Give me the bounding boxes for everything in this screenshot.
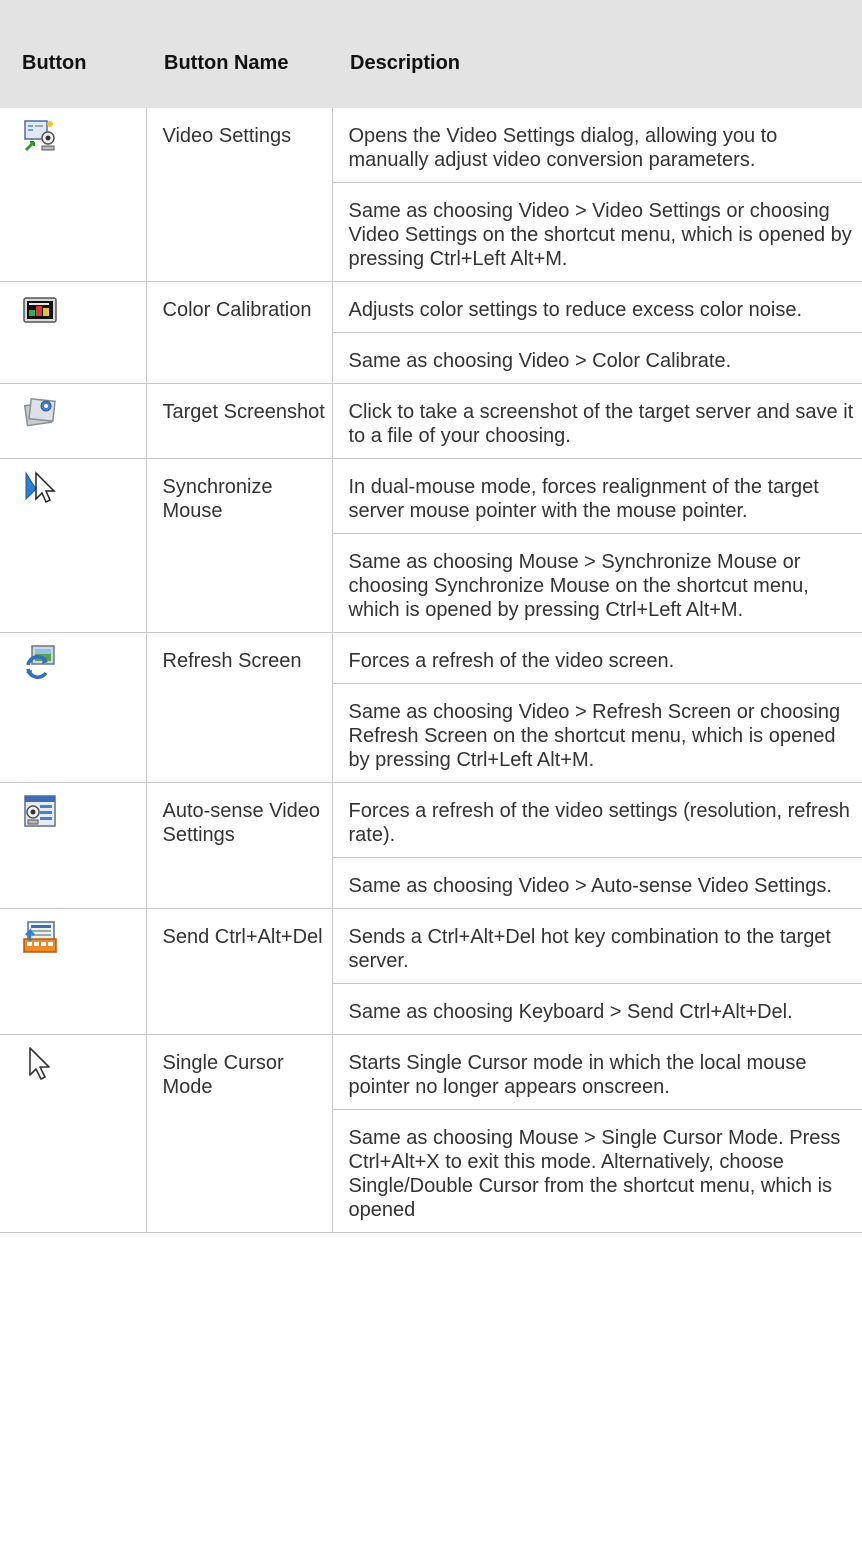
description-paragraph: Same as choosing Video > Color Calibrate… bbox=[332, 332, 862, 383]
table-row: Color Calibration Adjusts color settings … bbox=[0, 281, 862, 384]
button-icon-cell bbox=[0, 632, 146, 783]
button-description: Starts Single Cursor mode in which the l… bbox=[332, 1034, 862, 1233]
description-paragraph: Same as choosing Video > Auto-sense Vide… bbox=[332, 857, 862, 908]
button-icon-cell bbox=[0, 782, 146, 909]
table-row: Video Settings Opens the Video Settings d… bbox=[0, 108, 862, 282]
button-name: Synchronize Mouse bbox=[145, 458, 333, 633]
description-paragraph: Opens the Video Settings dialog, allowin… bbox=[348, 125, 778, 171]
header-button-name: Button Name bbox=[146, 26, 332, 108]
toolbar-buttons-table: Button Button Name Description Video Set… bbox=[0, 26, 862, 1233]
description-paragraph: Forces a refresh of the video screen. bbox=[348, 650, 675, 672]
description-paragraph: Same as choosing Mouse > Single Cursor M… bbox=[332, 1109, 862, 1232]
button-description: Forces a refresh of the video settings (… bbox=[332, 782, 862, 909]
table-row: Refresh Screen Forces a refresh of the vi… bbox=[0, 632, 862, 783]
description-paragraph: Starts Single Cursor mode in which the l… bbox=[348, 1052, 807, 1098]
description-paragraph: Sends a Ctrl+Alt+Del hot key combination… bbox=[348, 926, 832, 972]
button-icon-cell bbox=[0, 383, 146, 459]
description-paragraph: Adjusts color settings to reduce excess … bbox=[348, 299, 803, 321]
table-row: Send Ctrl+Alt+Del Sends a Ctrl+Alt+Del ho… bbox=[0, 908, 862, 1035]
target-screenshot-icon bbox=[22, 394, 146, 430]
single-cursor-mode-icon bbox=[22, 1045, 146, 1081]
button-name: Video Settings bbox=[145, 108, 333, 282]
description-paragraph: Same as choosing Video > Refresh Screen … bbox=[332, 683, 862, 782]
button-description: In dual-mouse mode, forces realignment o… bbox=[332, 458, 862, 633]
table-header-row: Button Button Name Description bbox=[0, 26, 862, 108]
refresh-screen-icon bbox=[22, 643, 146, 679]
header-button: Button bbox=[0, 26, 146, 108]
button-name: Color Calibration bbox=[145, 281, 333, 384]
button-name: Auto-sense Video Settings bbox=[145, 782, 333, 909]
button-name: Send Ctrl+Alt+Del bbox=[145, 908, 333, 1035]
send-ctrl-alt-del-icon bbox=[22, 919, 146, 955]
synchronize-mouse-icon bbox=[22, 469, 146, 505]
button-icon-cell bbox=[0, 108, 146, 282]
button-description: Click to take a screenshot of the target… bbox=[332, 383, 862, 459]
description-paragraph: Same as choosing Keyboard > Send Ctrl+Al… bbox=[332, 983, 862, 1034]
description-paragraph: Click to take a screenshot of the target… bbox=[348, 401, 854, 447]
table-row: Synchronize Mouse In dual-mouse mode, for… bbox=[0, 458, 862, 633]
description-paragraph: In dual-mouse mode, forces realignment o… bbox=[348, 476, 819, 522]
button-name: Refresh Screen bbox=[145, 632, 333, 783]
button-icon-cell bbox=[0, 458, 146, 633]
description-paragraph: Forces a refresh of the video settings (… bbox=[348, 800, 850, 846]
table-row: Single Cursor Mode Starts Single Cursor m… bbox=[0, 1034, 862, 1233]
button-description: Forces a refresh of the video screen. Sam… bbox=[332, 632, 862, 783]
color-calibration-icon bbox=[22, 292, 146, 328]
button-icon-cell bbox=[0, 908, 146, 1035]
description-paragraph: Same as choosing Video > Video Settings … bbox=[332, 182, 862, 281]
table-row: Target Screenshot Click to take a screens… bbox=[0, 383, 862, 459]
document-page: Button Button Name Description Video Set… bbox=[0, 0, 862, 1564]
video-settings-icon bbox=[22, 118, 146, 154]
table-row: Auto-sense Video Settings Forces a refres… bbox=[0, 782, 862, 909]
description-paragraph: Same as choosing Mouse > Synchronize Mou… bbox=[332, 533, 862, 632]
top-band bbox=[0, 0, 862, 26]
button-description: Opens the Video Settings dialog, allowin… bbox=[332, 108, 862, 282]
button-description: Adjusts color settings to reduce excess … bbox=[332, 281, 862, 384]
header-description: Description bbox=[332, 26, 862, 108]
button-name: Target Screenshot bbox=[145, 383, 333, 459]
button-description: Sends a Ctrl+Alt+Del hot key combination… bbox=[332, 908, 862, 1035]
button-icon-cell bbox=[0, 281, 146, 384]
button-icon-cell bbox=[0, 1034, 146, 1233]
button-name: Single Cursor Mode bbox=[145, 1034, 333, 1233]
auto-sense-video-settings-icon bbox=[22, 793, 146, 829]
